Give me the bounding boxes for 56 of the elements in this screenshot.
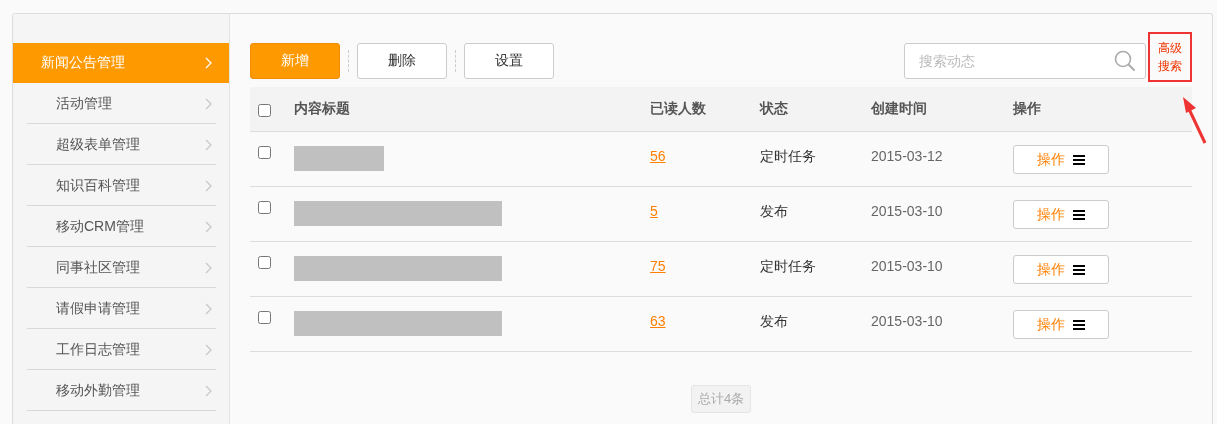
search-icon [1114,50,1136,72]
chevron-icon [205,384,213,397]
row-checkbox[interactable] [258,146,271,159]
sidebar-item[interactable]: 移动CRM管理 [13,206,229,247]
toolbar-button[interactable]: 删除 [357,43,447,79]
menu-icon [1073,209,1085,220]
status-cell-text: 定时任务 [760,257,817,276]
chevron-icon [205,302,213,315]
toolbar-button[interactable]: 设置 [464,43,554,79]
row-checkbox[interactable] [258,201,271,214]
sidebar-item[interactable]: 知识百科管理 [13,165,229,206]
annotation-arrow [1180,95,1208,145]
chevron-icon [205,343,213,356]
read-count-link[interactable]: 63 [650,297,666,329]
sidebar-item[interactable]: 活动管理 [13,83,229,124]
sidebar-item[interactable]: 新闻公告管理 [13,43,229,83]
date-cell-text: 2015-03-10 [871,312,944,329]
status-cell-text: 定时任务 [760,147,817,166]
add-button[interactable]: 新增 [250,43,340,79]
column-header: 操作 [1013,100,1042,118]
read-count-link[interactable]: 56 [650,132,666,164]
chevron-icon [205,179,213,192]
status-cell-text: 发布 [760,202,789,221]
column-header: 内容标题 [294,100,351,118]
date-cell-text: 2015-03-12 [871,147,944,164]
status-cell-text: 发布 [760,312,789,331]
date-cell-text: 2015-03-10 [871,257,944,274]
sidebar-item[interactable]: 工作日志管理 [13,329,229,370]
menu-icon [1073,264,1085,275]
sidebar-item[interactable]: 超级表单管理 [13,124,229,165]
row-checkbox[interactable] [258,256,271,269]
row-checkbox[interactable] [258,311,271,324]
action-button[interactable]: 操作 [1013,145,1109,174]
action-button[interactable]: 操作 [1013,310,1109,339]
read-count-link[interactable]: 75 [650,242,666,274]
sidebar-item[interactable]: 同事社区管理 [13,247,229,288]
column-header: 已读人数 [650,100,707,118]
column-header: 状态 [760,100,789,118]
chevron-icon [205,97,213,110]
advanced-search-link[interactable]: 高级 搜索 [1148,32,1192,82]
select-all-checkbox[interactable] [258,104,271,117]
column-header: 创建时间 [871,100,928,118]
sidebar-item[interactable]: 请假申请管理 [13,288,229,329]
menu-icon [1073,154,1085,165]
menu-icon [1073,319,1085,330]
chevron-icon [205,261,213,274]
chevron-icon [205,220,213,233]
sidebar-item[interactable]: 移动外勤管理 [13,370,229,411]
chevron-icon [205,138,213,151]
action-button[interactable]: 操作 [1013,255,1109,284]
chevron-icon [205,57,213,69]
search-field[interactable]: 搜索动态 [904,43,1146,79]
read-count-link[interactable]: 5 [650,187,658,219]
total-count: 总计4条 [690,385,752,413]
action-button[interactable]: 操作 [1013,200,1109,229]
date-cell-text: 2015-03-10 [871,202,944,219]
